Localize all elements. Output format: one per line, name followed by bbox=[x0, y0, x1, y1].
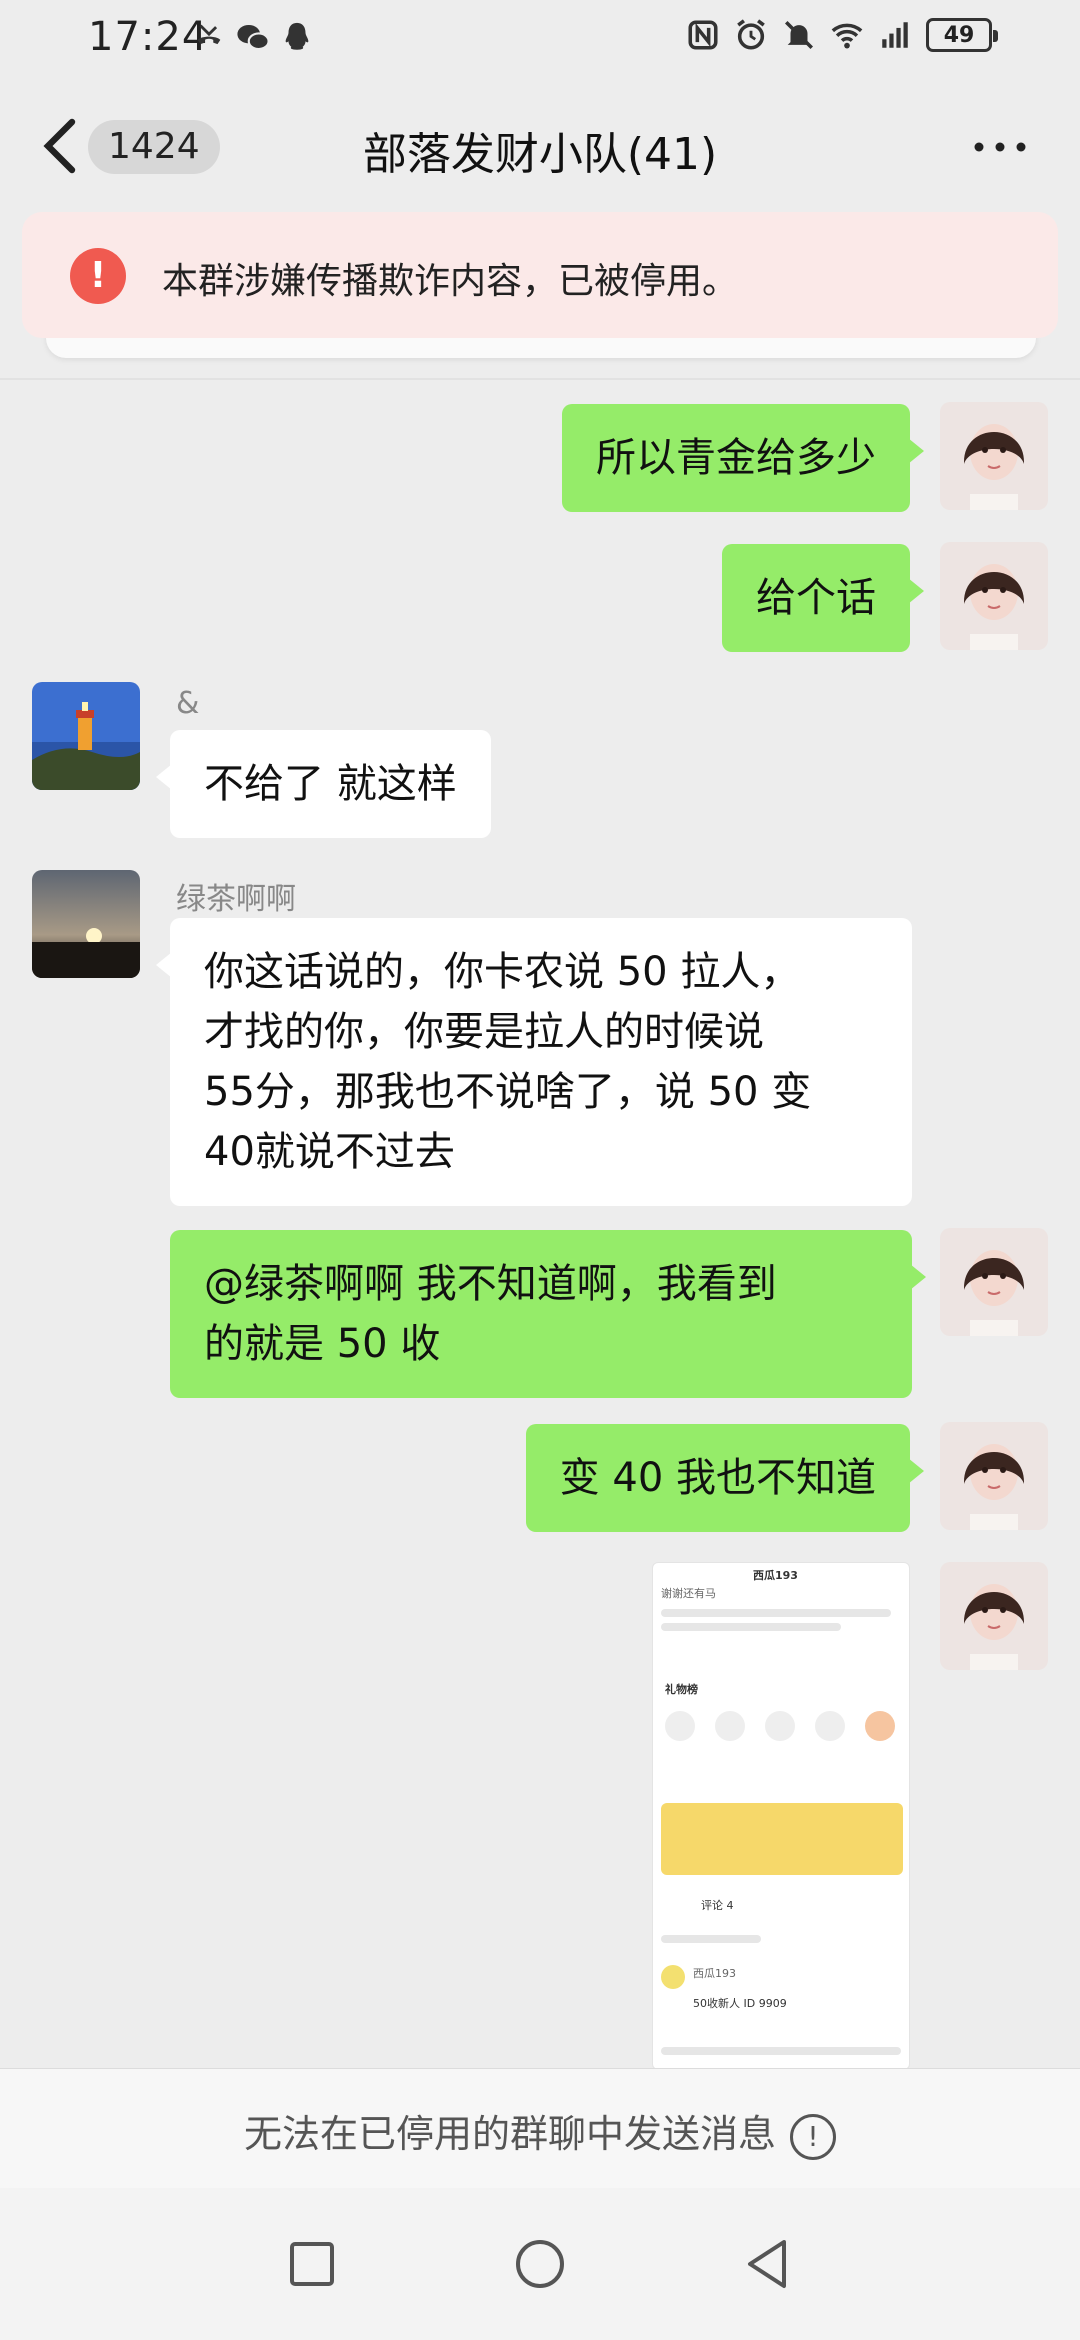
image-promo-banner bbox=[661, 1803, 903, 1875]
image-placeholder-line bbox=[661, 1935, 761, 1943]
message-bubble-self[interactable]: 变 40 我也不知道 bbox=[525, 1424, 925, 1532]
image-comment-user: 西瓜193 bbox=[693, 1967, 736, 1980]
image-subtitle: 谢谢还有马 bbox=[661, 1587, 716, 1600]
message-bubble-self[interactable]: @绿茶啊啊 我不知道啊，我看到 的就是 50 收 bbox=[170, 1230, 926, 1398]
image-comment-text: 50收新人 ID 9909 bbox=[693, 1997, 787, 2010]
sender-name: 绿茶啊啊 bbox=[176, 882, 296, 917]
group-disabled-banner: ! 本群涉嫌传播欺诈内容，已被停用。 bbox=[22, 212, 1058, 338]
message-bubble-other[interactable]: 你这话说的，你卡农说 50 拉人， 才找的你，你要是拉人的时候说 55分，那我也… bbox=[156, 918, 912, 1206]
message-line: @绿茶啊啊 我不知道啊，我看到 bbox=[204, 1261, 777, 1307]
message-bubble-self[interactable]: 给个话 bbox=[722, 544, 924, 652]
status-notification-icons bbox=[192, 20, 314, 54]
gift-placeholder bbox=[865, 1711, 895, 1741]
image-comments-tab: 评论 4 bbox=[701, 1899, 734, 1912]
nfc-icon bbox=[688, 20, 718, 50]
image-title: 西瓜193 bbox=[753, 1569, 798, 1582]
chat-header: 1424 部落发财小队(41) bbox=[0, 90, 1080, 206]
image-comment-avatar bbox=[661, 1965, 685, 1989]
divider bbox=[0, 378, 1080, 380]
message-line: 55分，那我也不说啥了，说 50 变 bbox=[204, 1069, 812, 1115]
system-nav-bar bbox=[0, 2188, 1080, 2340]
battery-indicator: 49 bbox=[926, 18, 998, 52]
banner-text: 本群涉嫌传播欺诈内容，已被停用。 bbox=[162, 261, 739, 302]
missed-call-icon bbox=[197, 24, 221, 45]
wifi-icon bbox=[831, 23, 863, 49]
gift-placeholder bbox=[715, 1711, 745, 1741]
status-bar: 17:24 49 bbox=[0, 0, 1080, 82]
more-options-icon[interactable] bbox=[972, 140, 1028, 154]
shared-screenshot-image[interactable]: 西瓜193 谢谢还有马 礼物榜 评论 4 西瓜193 50收新人 ID 9909 bbox=[652, 1562, 910, 2070]
status-system-icons: 49 bbox=[686, 18, 998, 52]
chat-title: 部落发财小队(41) bbox=[362, 129, 718, 180]
status-time: 17:24 bbox=[88, 14, 209, 60]
gift-placeholder bbox=[815, 1711, 845, 1741]
message-bubble-self[interactable]: 所以青金给多少 bbox=[562, 404, 924, 512]
recent-apps-icon[interactable] bbox=[284, 2236, 340, 2292]
mute-icon bbox=[784, 20, 814, 50]
disabled-input-bar: 无法在已停用的群聊中发送消息! bbox=[0, 2068, 1080, 2188]
member-avatar-lighthouse[interactable] bbox=[32, 682, 140, 790]
home-icon[interactable] bbox=[512, 2236, 568, 2292]
message-line: 你这话说的，你卡农说 50 拉人， bbox=[204, 949, 801, 995]
image-placeholder-line bbox=[661, 2047, 901, 2055]
self-avatar[interactable] bbox=[940, 542, 1048, 650]
image-gift-row bbox=[665, 1711, 895, 1743]
back-nav-icon[interactable] bbox=[740, 2236, 796, 2292]
wechat-icon bbox=[237, 24, 270, 51]
message-line: 才找的你，你要是拉人的时候说 bbox=[204, 1009, 764, 1055]
self-avatar[interactable] bbox=[940, 1228, 1048, 1336]
warning-icon: ! bbox=[70, 248, 126, 304]
self-avatar[interactable] bbox=[940, 1422, 1048, 1530]
message-line: 的就是 50 收 bbox=[204, 1321, 441, 1367]
disabled-message: 无法在已停用的群聊中发送消息! bbox=[0, 2103, 1080, 2160]
member-avatar-sunset[interactable] bbox=[32, 870, 140, 978]
image-placeholder-line bbox=[661, 1623, 841, 1631]
info-icon[interactable]: ! bbox=[790, 2113, 836, 2160]
self-avatar[interactable] bbox=[940, 402, 1048, 510]
gift-placeholder bbox=[765, 1711, 795, 1741]
gift-placeholder bbox=[665, 1711, 695, 1741]
image-gift-header: 礼物榜 bbox=[665, 1683, 698, 1696]
self-avatar[interactable] bbox=[940, 1562, 1048, 1670]
image-placeholder-line bbox=[661, 1609, 891, 1617]
qq-icon bbox=[285, 22, 309, 50]
message-bubble-other[interactable]: 不给了 就这样 bbox=[156, 730, 491, 838]
alarm-icon bbox=[737, 19, 765, 50]
disabled-message-text: 无法在已停用的群聊中发送消息 bbox=[243, 2112, 776, 2156]
signal-icon bbox=[882, 22, 908, 48]
message-line: 40就说不过去 bbox=[204, 1129, 455, 1175]
sender-name: & bbox=[176, 686, 200, 721]
